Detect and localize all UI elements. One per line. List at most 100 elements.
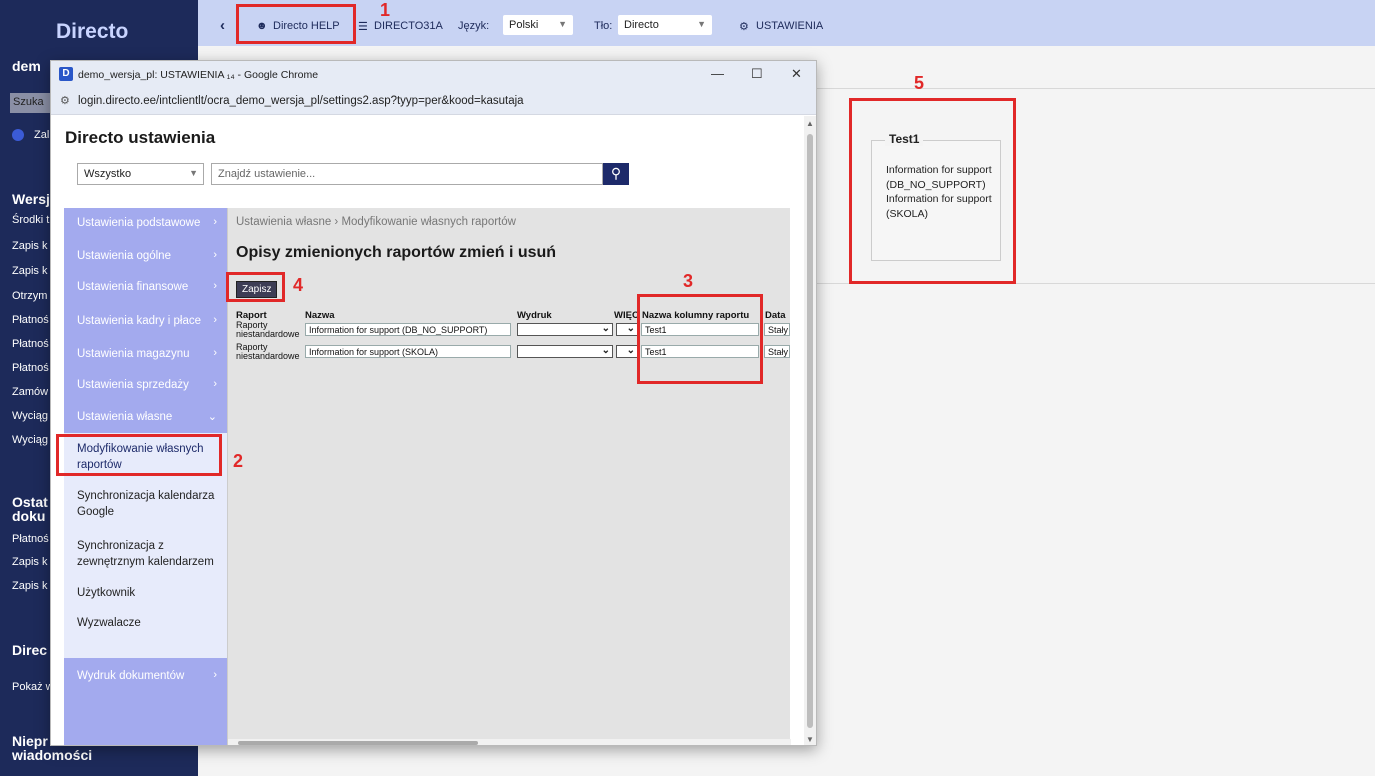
address-bar: ⚙ login.directo.ee/intclientlt/ocra_demo… [51, 89, 816, 115]
annotation-box-3 [637, 294, 763, 384]
menu-item-document-print[interactable]: Wydruk dokumentów › [64, 661, 227, 692]
sidebar-item[interactable]: Płatnoś [12, 362, 49, 374]
sidebar-item[interactable]: Zapis k [12, 265, 47, 277]
chevron-right-icon: › [213, 280, 217, 292]
annotation-number-1: 1 [380, 0, 391, 20]
chevron-down-icon: ▼ [189, 168, 198, 178]
chevron-right-icon: › [213, 378, 217, 390]
database-icon: ☰ [358, 21, 368, 33]
column-header-wiec: WIĘC [614, 310, 639, 321]
submenu-item-google-calendar[interactable]: Synchronizacja kalendarza Google [77, 488, 222, 520]
maximize-icon[interactable]: ☐ [751, 66, 763, 82]
annotation-box-1 [236, 4, 356, 44]
minimize-icon[interactable]: — [711, 66, 724, 81]
gear-icon: ⚙ [739, 21, 749, 33]
sidebar-item[interactable]: Zapis k [12, 556, 47, 568]
sidebar-item[interactable]: Zamów [12, 386, 48, 398]
background-value: Directo [624, 19, 659, 31]
table-cell-raport: niestandardowe [236, 351, 300, 361]
menu-item-own[interactable]: Ustawienia własne ⌄ [64, 402, 227, 433]
back-chevron-icon[interactable]: ‹ [220, 17, 225, 34]
menu-item-label: Ustawienia własne [77, 411, 173, 423]
search-icon[interactable]: ⚲ [603, 163, 629, 185]
menu-item-basic[interactable]: Ustawienia podstawowe › [64, 208, 227, 239]
section-wersj: Wersj [12, 191, 50, 207]
table-cell-raport: niestandardowe [236, 329, 300, 339]
directo-logo: Directo [56, 20, 129, 43]
sidebar-item[interactable]: Zapis k [12, 240, 47, 252]
settings-link[interactable]: USTAWIENIA [756, 20, 823, 32]
sidebar-item[interactable]: Płatnoś [12, 338, 49, 350]
directo-favicon-icon: D [59, 67, 73, 81]
chevron-down-icon: ⌄ [207, 411, 217, 423]
vertical-scrollbar[interactable]: ▲ ▼ [804, 116, 816, 745]
chevron-right-icon: › [213, 249, 217, 261]
more-select[interactable]: ⌄ [616, 345, 638, 358]
database-link[interactable]: DIRECTO31A [374, 20, 443, 32]
settings-window: D demo_wersja_pl: USTAWIENIA ₁₄ - Google… [50, 60, 817, 746]
url-text[interactable]: login.directo.ee/intclientlt/ocra_demo_w… [78, 95, 524, 107]
site-info-icon[interactable]: ⚙ [60, 94, 70, 107]
chevron-down-icon: ▼ [558, 19, 567, 29]
print-select[interactable]: ⌄ [517, 323, 613, 336]
menu-item-label: Ustawienia ogólne [77, 250, 171, 262]
menu-item-label: Ustawienia sprzedaży [77, 379, 189, 391]
sidebar-item[interactable]: Płatnoś [12, 533, 49, 545]
chevron-down-icon: ⌄ [601, 345, 610, 356]
sidebar-item[interactable]: Otrzym [12, 290, 47, 302]
menu-item-warehouse[interactable]: Ustawienia magazynu › [64, 339, 227, 370]
annotation-number-4: 4 [293, 275, 304, 295]
scrollbar-thumb[interactable] [238, 741, 478, 745]
horizontal-scrollbar[interactable] [228, 739, 791, 745]
annotation-number-3: 3 [683, 271, 694, 291]
company-name: dem [12, 58, 41, 74]
close-icon[interactable]: ✕ [791, 66, 802, 82]
main-content: Ustawienia własne › Modyfikowanie własny… [227, 208, 791, 745]
chevron-down-icon: ⌄ [626, 345, 635, 356]
submenu-item-external-calendar[interactable]: Synchronizacja z zewnętrznym kalendarzem [77, 538, 222, 570]
scrollbar-thumb[interactable] [807, 134, 813, 728]
scroll-down-icon[interactable]: ▼ [806, 735, 814, 744]
annotation-box-2 [56, 434, 222, 476]
top-bar: ‹ ☻ Directo HELP ☰ DIRECTO31A Język: Pol… [198, 0, 1375, 46]
sidebar-item[interactable]: Zapis k [12, 580, 47, 592]
menu-item-general[interactable]: Ustawienia ogólne › [64, 241, 227, 272]
report-name-input[interactable]: Information for support (SKOLA) [305, 345, 511, 358]
menu-item-label: Ustawienia kadry i płace [77, 315, 202, 327]
data-select[interactable]: Stały [764, 345, 790, 358]
annotation-number-2: 2 [233, 451, 244, 471]
submenu-item-user[interactable]: Użytkownik [77, 585, 222, 601]
settings-search-input[interactable]: Znajdź ustawienie... [211, 163, 603, 185]
language-select[interactable]: Polski ▼ [503, 15, 573, 35]
section-direc: Direc [12, 642, 48, 658]
sidebar-item[interactable]: Płatnoś [12, 314, 49, 326]
sidebar-item[interactable]: Pokaż w [12, 681, 54, 693]
data-select[interactable]: Stały [764, 323, 790, 336]
submenu-item-triggers[interactable]: Wyzwalacze [77, 615, 222, 631]
chevron-right-icon: › [213, 314, 217, 326]
annotation-box-4 [226, 272, 285, 302]
chevron-right-icon: › [213, 216, 217, 228]
menu-item-label: Wydruk dokumentów [77, 670, 185, 682]
column-header-data: Data [765, 310, 786, 321]
chevron-right-icon: › [213, 669, 217, 681]
print-select[interactable]: ⌄ [517, 345, 613, 358]
report-name-input[interactable]: Information for support (DB_NO_SUPPORT) [305, 323, 511, 336]
menu-item-label: Ustawienia finansowe [77, 281, 189, 293]
column-header-wydruk: Wydruk [517, 310, 552, 321]
category-filter-select[interactable]: Wszystko ▼ [77, 163, 204, 185]
sidebar-item[interactable]: Środki t [12, 214, 49, 226]
sidebar-item[interactable]: Wyciąg [12, 410, 48, 422]
background-select[interactable]: Directo ▼ [618, 15, 712, 35]
page-title: Directo ustawienia [65, 128, 216, 147]
menu-item-finance[interactable]: Ustawienia finansowe › [64, 272, 227, 303]
more-select[interactable]: ⌄ [616, 323, 638, 336]
scroll-up-icon[interactable]: ▲ [806, 119, 814, 128]
menu-item-sales[interactable]: Ustawienia sprzedaży › [64, 370, 227, 401]
sidebar-link-icon [12, 129, 24, 141]
sidebar-item[interactable]: Wyciąg [12, 434, 48, 446]
sidebar-link[interactable]: Zal [34, 129, 49, 141]
section-doku: doku [12, 508, 46, 524]
breadcrumb: Ustawienia własne › Modyfikowanie własny… [236, 216, 516, 228]
menu-item-hr[interactable]: Ustawienia kadry i płace › [64, 306, 227, 337]
